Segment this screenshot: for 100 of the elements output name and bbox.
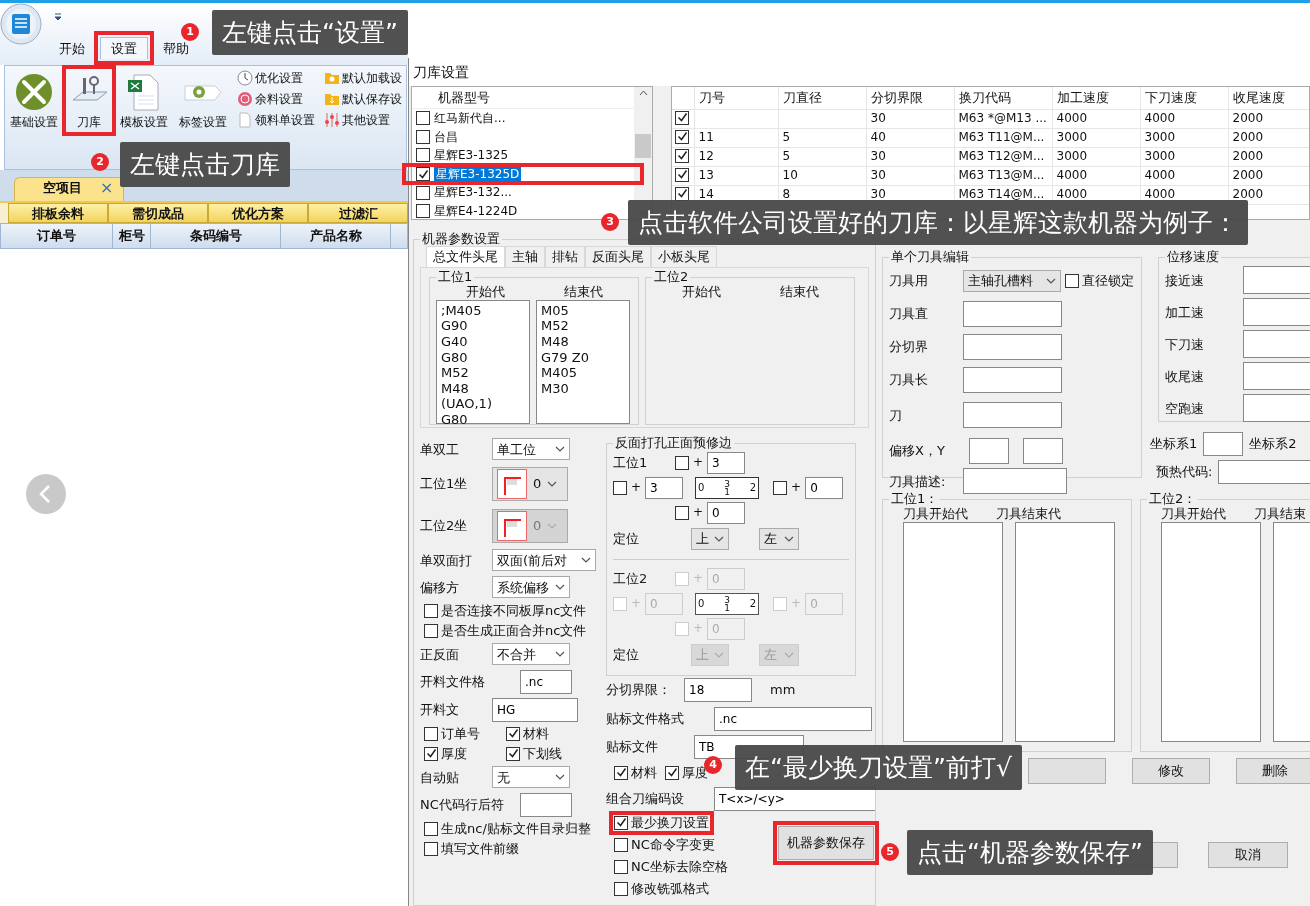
table-cell: M63 T13@M... (954, 166, 1052, 185)
code-line: G80 (441, 349, 469, 366)
field-label: 偏移方 (420, 579, 460, 596)
field-label: 刀具直 (889, 306, 929, 322)
table-cell: 4000 (1140, 166, 1228, 185)
field-label: 工位2坐 (420, 518, 469, 534)
table-cell: 4000 (1140, 109, 1228, 128)
column-header: 刀直径 (778, 87, 866, 109)
column-header: 柜号 (113, 224, 151, 248)
field-label: 坐标系2 (1249, 436, 1297, 452)
column-header: 下刀速度 (1140, 87, 1228, 109)
field-label: 坐标系1 (1150, 436, 1198, 452)
table-cell: 5 (778, 128, 866, 147)
column-header: 刀号 (694, 87, 778, 109)
table-cell: 2000 (1228, 109, 1309, 128)
group-title: 工位1 (437, 269, 474, 285)
field-label: 开料文件格 (420, 674, 486, 690)
column-header: 产品名称 (281, 224, 391, 248)
table-cell: 3000 (1052, 147, 1140, 166)
group-title: 位移速度 (1166, 250, 1220, 265)
field-label: 空跑速 (1165, 400, 1205, 417)
table-cell: 30 (866, 109, 954, 128)
table-cell: 30 (866, 166, 954, 185)
plus-sign: + (631, 480, 642, 495)
column-header: 收尾速度 (1228, 87, 1309, 109)
column-header: 换刀代码 (954, 87, 1052, 109)
field-label: 分切界 (889, 339, 929, 355)
field-label: 定位 (613, 531, 640, 547)
field-label: 组合刀编码设 (606, 791, 685, 807)
dialog-title: 刀库设置 (409, 58, 1310, 86)
field-label: 分切界限： (606, 682, 672, 698)
field-label: 加工速 (1165, 304, 1205, 321)
group-title: 工位1： (890, 492, 940, 507)
group-title: 工位2 (653, 269, 690, 285)
field-label: 单双工 (420, 441, 460, 458)
code-line: M30 (541, 380, 570, 397)
table-cell: 5 (778, 147, 866, 166)
code-line: (UAO,1) (441, 396, 493, 412)
table-cell: 10 (778, 166, 866, 185)
group-title: 机器参数设置 (421, 233, 501, 247)
column-header: 加工速度 (1052, 87, 1140, 109)
field-label: 刀具描述: (889, 473, 947, 490)
unit-label: mm (770, 682, 796, 698)
column-label: 结束代 (563, 284, 603, 300)
plus-sign: + (631, 596, 642, 611)
code-line: ;M405 (441, 302, 483, 319)
table-cell: M63 T12@M... (954, 147, 1052, 166)
table-cell: 3000 (1052, 128, 1140, 147)
field-label: 工位1 (613, 454, 649, 471)
field-label: 开料文 (420, 702, 460, 718)
field-label: 工位2 (613, 570, 649, 587)
table-cell: M63 T11@M... (954, 128, 1052, 147)
callout-tooltip: 在“最少换刀设置”前打√ (735, 745, 1022, 790)
column-header: 分切界限 (866, 87, 954, 109)
code-line: M48 (441, 380, 470, 397)
group-title: 反面打孔正面预修边 (614, 435, 733, 451)
code-line: M05 (541, 302, 570, 319)
field-label: 偏移X，Y (889, 443, 946, 459)
column-header: 机器型号 (438, 89, 490, 106)
table-cell: 2000 (1228, 166, 1309, 185)
field-label: 自动贴 (420, 769, 460, 786)
plus-sign: + (693, 455, 704, 470)
column-label: 结束代 (779, 284, 819, 300)
table-cell: 3000 (1140, 128, 1228, 147)
column-header: 条码编号 (151, 224, 281, 248)
callout-tooltip: 点击软件公司设置好的刀库：以星辉这款机器为例子： (628, 200, 1248, 245)
column-header: 订单号 (1, 224, 113, 248)
field-label: 预热代码: (1156, 464, 1213, 480)
field-label: NC代码行后符 (420, 797, 505, 813)
table-cell: 4000 (1052, 109, 1140, 128)
table-cell: 40 (866, 128, 954, 147)
field-label: 刀 (889, 407, 903, 424)
column-label: 开始代 (681, 284, 721, 300)
field-label: 收尾速 (1165, 368, 1205, 385)
table-cell: 3000 (1140, 147, 1228, 166)
table-cell: 2000 (1228, 147, 1309, 166)
code-line: M405 (541, 365, 579, 381)
column-label: 刀具结束 (1254, 506, 1306, 522)
field-label: 正反面 (420, 646, 460, 663)
field-label: 贴标文件 (606, 739, 659, 755)
field-label: 刀具用 (889, 273, 929, 289)
field-label: 下刀速 (1165, 336, 1205, 353)
table-cell: 11 (694, 128, 778, 147)
field-label: 接近速 (1165, 272, 1205, 289)
plus-sign: + (791, 480, 802, 495)
code-line: M52 (541, 318, 570, 334)
callout-tooltip: 左键点击刀库 (120, 142, 290, 187)
code-line: M48 (541, 333, 570, 350)
column-label: 开始代 (465, 284, 505, 300)
plus-sign: + (693, 621, 704, 636)
table-cell: M63 *@M13 ... (954, 109, 1052, 128)
plus-sign: + (791, 596, 802, 611)
group-title: 单个刀具编辑 (890, 250, 970, 265)
column-label: 刀具开始代 (1161, 506, 1226, 522)
column-label: 刀具开始代 (903, 506, 968, 522)
group-title: 工位2： (1148, 492, 1198, 507)
field-label: 单双面打 (420, 552, 473, 569)
table-cell: 13 (694, 166, 778, 185)
callout-tooltip: 点击“机器参数保存” (907, 830, 1153, 875)
table-cell: 4000 (1052, 166, 1140, 185)
